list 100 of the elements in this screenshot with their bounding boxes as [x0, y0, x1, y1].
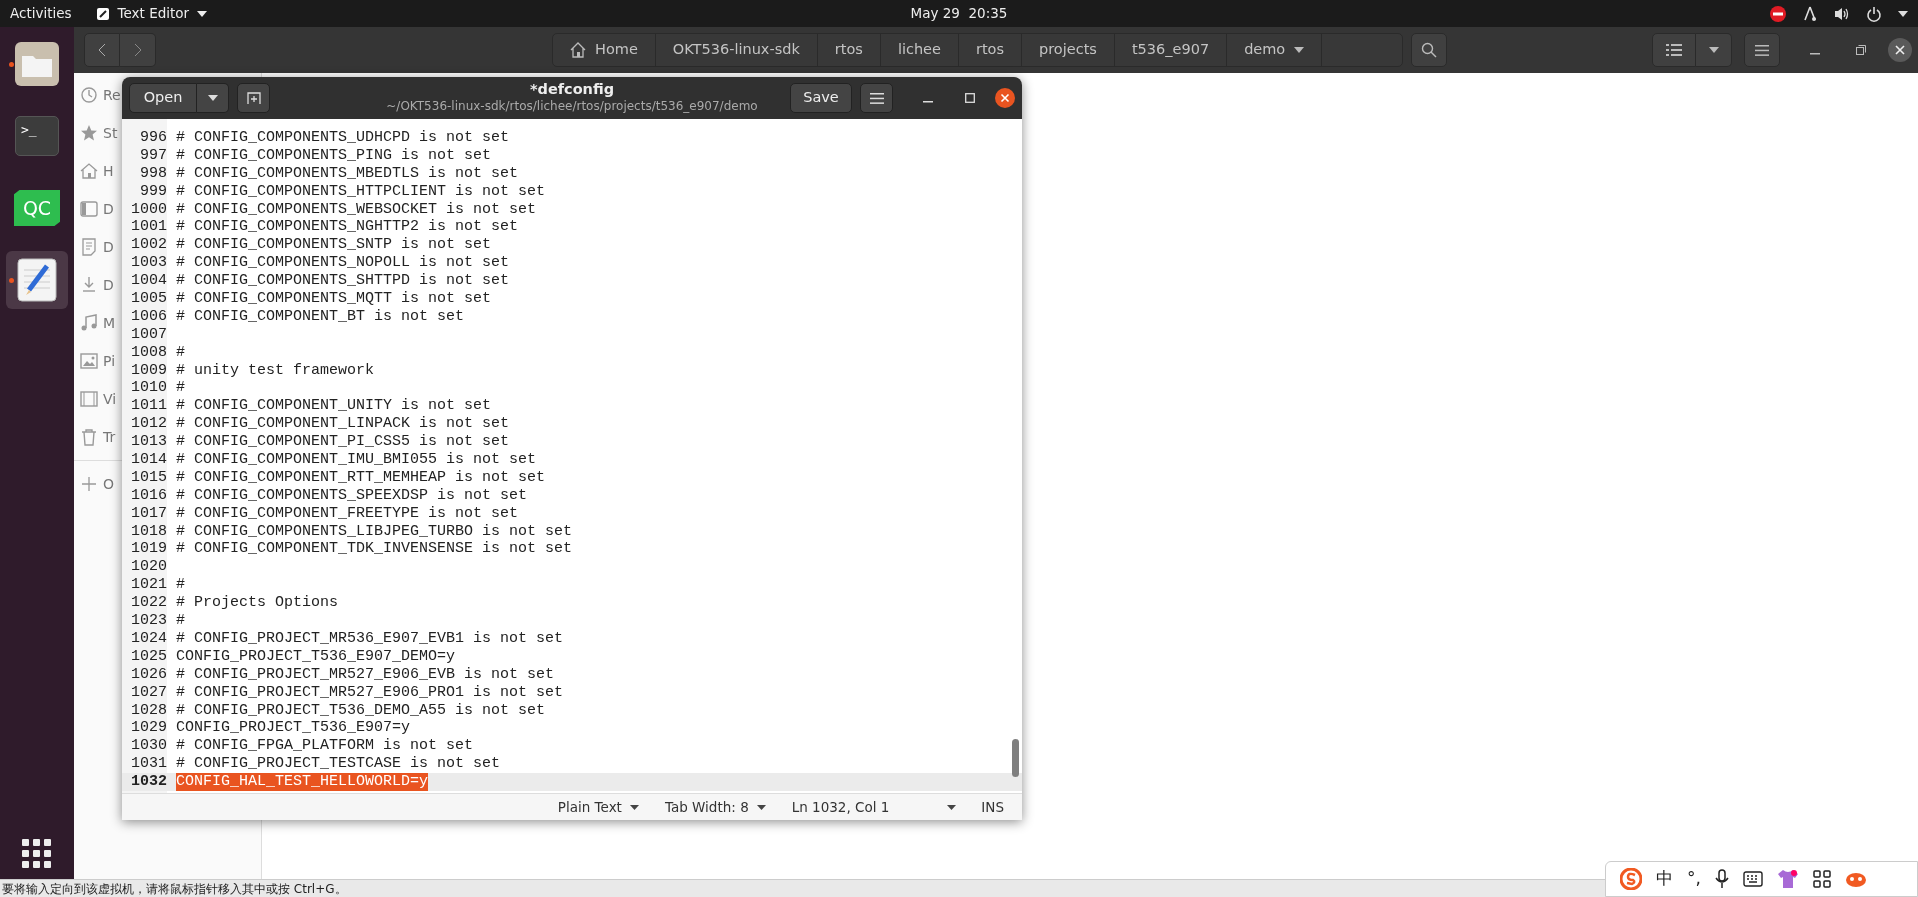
code-line: # CONFIG_PROJECT_MR527_E906_EVB is not set [176, 665, 555, 684]
speaker-icon[interactable] [1834, 5, 1850, 22]
sidebar-item[interactable]: O [80, 465, 115, 503]
line-number: 1030 [130, 737, 167, 756]
code-line: # CONFIG_COMPONENT_UNITY is not set [176, 397, 492, 416]
code-line: # CONFIG_COMPONENTS_SPEEXDSP is not set [176, 486, 528, 505]
sidebar-item[interactable]: Re [80, 76, 121, 114]
sidebar-item[interactable]: Vi [80, 380, 117, 418]
menu-icon [1755, 44, 1769, 56]
folder-icon [15, 42, 59, 86]
path-segment[interactable]: t536_e907 [1114, 34, 1228, 66]
path-segment[interactable]: demo [1227, 34, 1323, 66]
code-line: # CONFIG_COMPONENT_RTT_MEMHEAP is not set [176, 468, 546, 487]
caret-icon[interactable] [1898, 10, 1908, 17]
grid-icon[interactable] [1812, 870, 1831, 888]
line-number: 1032 [130, 773, 167, 791]
scrollbar-thumb[interactable] [1012, 739, 1019, 777]
code-line: # CONFIG_COMPONENTS_LIBJPEG_TURBO is not set [176, 522, 573, 541]
line-number: 997 [139, 146, 167, 165]
document-icon [80, 238, 98, 256]
sidebar-item[interactable]: M [80, 304, 116, 342]
new-tab-button[interactable] [237, 83, 270, 113]
sidebar-item[interactable]: Pi [80, 342, 116, 380]
power-icon[interactable] [1866, 5, 1882, 22]
dock-app[interactable]: >_ [6, 107, 68, 165]
close-icon[interactable] [995, 88, 1015, 108]
home-icon [570, 42, 586, 58]
chevron-left-icon [98, 43, 106, 57]
path-segment[interactable]: lichee [880, 34, 959, 66]
menu-button[interactable] [1744, 33, 1780, 67]
code-line: # CONFIG_COMPONENT_PI_CSS5 is not set [176, 433, 510, 452]
open-menu-button[interactable] [197, 83, 229, 113]
line-number: 1016 [130, 486, 167, 505]
line-number: 1017 [130, 504, 167, 523]
film-icon [80, 390, 98, 408]
activities-button[interactable]: Activities [10, 3, 72, 24]
window-subtitle: ~/OKT536-linux-sdk/rtos/lichee/rtos/projects/t536_e907/demo [386, 99, 758, 113]
tab-width-dropdown[interactable]: Tab Width: 8 [663, 795, 767, 819]
search-button[interactable] [1411, 33, 1448, 67]
clock-icon [80, 86, 98, 104]
close-icon[interactable] [1888, 38, 1912, 62]
line-number: 1024 [130, 629, 167, 648]
sidebar-item[interactable]: D [80, 266, 114, 304]
no-entry-icon[interactable] [1770, 5, 1786, 22]
line-number: 1022 [130, 594, 167, 613]
view-options-button[interactable] [1696, 33, 1732, 67]
new-tab-icon [246, 92, 261, 104]
list-view-button[interactable] [1652, 33, 1696, 67]
sogou-logo-icon[interactable] [1620, 868, 1642, 890]
open-button[interactable]: Open [129, 83, 197, 113]
code-line: # Projects Options [176, 594, 339, 613]
desktop-icon [80, 200, 98, 218]
app-grid-icon[interactable] [22, 839, 52, 869]
caret-icon [1708, 47, 1719, 53]
keyboard-icon[interactable] [1742, 871, 1763, 887]
code-line: # CONFIG_PROJECT_MR527_E906_PRO1 is not set [176, 683, 564, 702]
sidebar-item[interactable]: Tr [80, 418, 116, 456]
cursor-position-dropdown[interactable]: Ln 1032, Col 1 [790, 795, 958, 819]
code-line: CONFIG_PROJECT_T536_E907=y [176, 719, 411, 738]
save-button[interactable]: Save [790, 83, 852, 113]
sidebar-item[interactable]: D [80, 190, 114, 228]
path-segment[interactable]: projects [1022, 34, 1115, 66]
line-number: 1014 [130, 451, 167, 469]
chevron-right-icon [133, 43, 142, 57]
window-title: *defconfig [529, 81, 615, 98]
path-segment[interactable]: Home [553, 34, 656, 66]
microphone-icon[interactable] [1714, 869, 1729, 889]
code-line: CONFIG_PROJECT_T536_E907_DEMO=y [176, 647, 456, 666]
code-line: # CONFIG_COMPONENTS_WEBSOCKET is not set [176, 200, 537, 219]
code-line: # CONFIG_COMPONENT_FREETYPE is not set [176, 504, 519, 523]
line-number: 1011 [130, 397, 167, 416]
line-number: 1029 [130, 719, 167, 738]
clock[interactable]: May 29 20:35 [910, 5, 1008, 22]
dock-app[interactable] [6, 251, 68, 309]
code-line: # [176, 343, 186, 362]
maximize-icon[interactable] [965, 93, 975, 103]
caret-icon [207, 95, 218, 101]
path-segment[interactable]: OKT536-linux-sdk [655, 34, 818, 66]
sidebar-item[interactable]: D [80, 228, 114, 266]
shirt-icon[interactable] [1776, 869, 1799, 889]
line-number: 1013 [130, 433, 167, 452]
path-segment[interactable]: rtos [958, 34, 1022, 66]
path-segment[interactable]: rtos [817, 34, 881, 66]
restore-icon[interactable] [1856, 45, 1866, 55]
code-line: # CONFIG_COMPONENT_IMU_BMI055 is not set [176, 451, 537, 469]
sidebar-item[interactable]: St [80, 114, 118, 152]
home-icon [80, 162, 98, 180]
line-number: 1028 [130, 701, 167, 720]
code-line: # CONFIG_COMPONENT_LINPACK is not set [176, 415, 510, 434]
language-dropdown[interactable]: Plain Text [556, 795, 640, 819]
mascot-icon[interactable] [1844, 870, 1867, 888]
line-number: 1025 [130, 647, 167, 666]
app-menu[interactable]: Text Editor [95, 3, 208, 24]
line-number: 1007 [130, 325, 167, 344]
menu-icon [869, 92, 884, 104]
caret-icon [947, 804, 957, 810]
sidebar-item[interactable]: H [80, 152, 114, 190]
line-number: 1010 [130, 379, 167, 398]
code-line: # CONFIG_COMPONENTS_MQTT is not set [176, 290, 492, 308]
menu-button[interactable] [860, 83, 893, 113]
